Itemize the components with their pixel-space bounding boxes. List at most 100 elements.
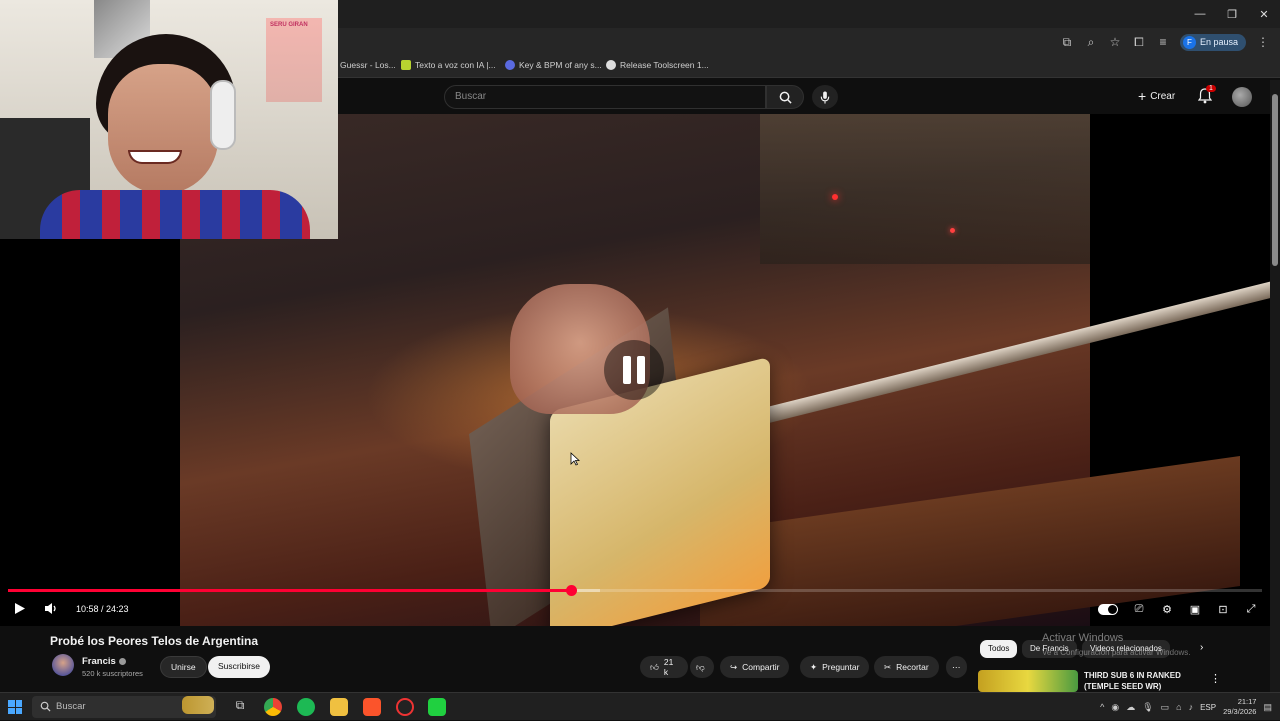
thumbs-up-icon: 👍︎ [650, 661, 659, 672]
notifications-button[interactable]: 1 [1197, 85, 1216, 106]
battery-icon[interactable]: ▭ [1161, 702, 1170, 713]
volume-icon [45, 603, 56, 614]
microphone-icon [820, 90, 830, 104]
dislike-button[interactable]: 👎︎ [690, 656, 714, 678]
chip-all[interactable]: Todos [980, 640, 1018, 658]
bookmark-item[interactable]: Release Toolscreen 1... [606, 60, 709, 70]
channel-name[interactable]: Francis [82, 656, 126, 667]
language-indicator[interactable]: ESP [1200, 703, 1216, 712]
install-app-icon[interactable]: ⧉ [1060, 35, 1074, 50]
player-controls: 10:58 / 24:23 ⎚ ⚙ ▣ ⊡ ⤢ [0, 596, 1270, 626]
miniplayer-icon[interactable]: ▣ [1188, 602, 1202, 616]
recommended-thumbnail[interactable] [978, 670, 1078, 692]
video-scene-light [832, 194, 838, 200]
verified-icon [118, 657, 126, 665]
window-controls: — ❐ ✕ [1184, 0, 1280, 28]
pause-indicator [604, 340, 664, 400]
subtitles-icon[interactable]: ⎚ [1132, 602, 1146, 616]
webcam-poster [266, 18, 322, 102]
mute-button[interactable] [44, 602, 59, 618]
github-favicon-icon [606, 60, 616, 70]
toolbar-icons: ⧉ ⌕ ☆ ⧠ ≡ F En pausa ⋮ [1060, 28, 1280, 56]
recommended-title[interactable]: THIRD SUB 6 IN RANKED (TEMPLE SEED WR) [1084, 670, 1204, 692]
scrollbar-thumb[interactable] [1272, 94, 1278, 266]
restore-button[interactable]: ❐ [1216, 0, 1248, 28]
video-scene-blade [738, 278, 1270, 430]
progress-bar[interactable] [8, 585, 1262, 596]
subscribe-button[interactable]: Suscribirse [208, 656, 271, 678]
close-window-button[interactable]: ✕ [1248, 0, 1280, 28]
game-app-icon[interactable] [428, 698, 446, 716]
account-avatar[interactable] [1232, 87, 1252, 107]
chevron-right-icon[interactable]: › [1200, 642, 1203, 653]
join-button[interactable]: Unirse [160, 656, 207, 678]
tts-favicon-icon [401, 60, 411, 70]
cloud-icon[interactable]: ☁ [1126, 702, 1135, 713]
zoom-icon[interactable]: ⌕ [1084, 35, 1098, 50]
music-favicon-icon [505, 60, 515, 70]
more-horizontal-icon: ⋯ [952, 661, 961, 672]
autoplay-toggle[interactable] [1098, 603, 1118, 615]
notification-center-icon[interactable]: ▤ [1263, 702, 1272, 713]
media-control-icon[interactable]: ≡ [1156, 35, 1170, 49]
streamer-face [108, 64, 218, 194]
minimize-button[interactable]: — [1184, 0, 1216, 28]
voice-search-button[interactable] [812, 85, 838, 109]
clip-label: Recortar [896, 662, 929, 672]
bookmark-star-icon[interactable]: ☆ [1108, 35, 1122, 49]
microphone-icon[interactable]: 🎙︎ [1142, 702, 1153, 713]
video-scene-wall [760, 114, 1090, 264]
progress-played [8, 589, 572, 592]
bookmark-label: Texto a voz con IA |... [415, 60, 496, 70]
chrome-icon[interactable] [264, 698, 282, 716]
cast-icon[interactable]: ⊡ [1216, 602, 1230, 616]
activation-watermark: Activar Windows [1042, 632, 1124, 644]
bookmark-item[interactable]: Key & BPM of any s... [505, 60, 602, 70]
notification-badge: 1 [1206, 85, 1216, 92]
search-button[interactable] [766, 85, 804, 109]
video-scene-light [950, 228, 955, 233]
more-vertical-icon[interactable]: ⋮ [1210, 672, 1221, 685]
fullscreen-icon[interactable]: ⤢ [1244, 602, 1258, 616]
clock[interactable]: 21:17 29/3/2026 [1223, 697, 1256, 717]
like-count: 21 k [663, 657, 674, 677]
ask-label: Preguntar [822, 662, 860, 672]
share-icon: ↪ [730, 661, 738, 672]
chevron-up-icon[interactable]: ^ [1100, 702, 1104, 712]
streamer-smile [128, 150, 182, 164]
clip-button[interactable]: ✂ Recortar [874, 656, 939, 678]
network-icon[interactable]: ⌂ [1176, 702, 1181, 712]
bookmark-item[interactable]: Texto a voz con IA |... [401, 60, 496, 70]
spotify-icon[interactable] [297, 698, 315, 716]
brave-icon[interactable] [363, 698, 381, 716]
bookmark-item[interactable]: Guessr - Los... [340, 60, 396, 70]
video-title: Probé los Peores Telos de Argentina [50, 634, 259, 648]
progress-scrubber[interactable] [566, 585, 578, 596]
page-scrollbar[interactable] [1270, 80, 1280, 692]
play-button[interactable] [14, 602, 26, 618]
create-label: Crear [1150, 90, 1176, 102]
pause-icon [637, 356, 645, 384]
create-button[interactable]: + Crear [1138, 88, 1175, 104]
browser-menu-icon[interactable]: ⋮ [1256, 35, 1270, 49]
profile-status: En pausa [1199, 37, 1238, 47]
profile-button[interactable]: F En pausa [1179, 33, 1246, 51]
system-tray: ^ ◉ ☁ 🎙︎ ▭ ⌂ ♪ ESP 21:17 29/3/2026 ▤ [1100, 693, 1280, 721]
speaker-icon[interactable]: ♪ [1189, 702, 1194, 712]
plus-icon: + [1138, 88, 1147, 104]
pause-icon [623, 356, 631, 384]
search-input[interactable]: Buscar [444, 85, 766, 109]
discord-icon[interactable]: ◉ [1111, 702, 1119, 713]
like-button[interactable]: 👍︎ 21 k [640, 656, 688, 678]
obs-icon[interactable] [396, 698, 414, 716]
channel-avatar[interactable] [52, 654, 74, 676]
file-explorer-icon[interactable] [330, 698, 348, 716]
ask-button[interactable]: ✦ Preguntar [800, 656, 870, 678]
more-actions-button[interactable]: ⋯ [946, 656, 967, 678]
settings-gear-icon[interactable]: ⚙ [1160, 602, 1174, 616]
task-view-icon[interactable]: ⧉ [231, 698, 249, 716]
extensions-icon[interactable]: ⧠ [1132, 35, 1146, 50]
mouse-cursor-icon [570, 452, 580, 466]
windows-start-icon[interactable] [8, 700, 22, 714]
share-button[interactable]: ↪ Compartir [720, 656, 790, 678]
